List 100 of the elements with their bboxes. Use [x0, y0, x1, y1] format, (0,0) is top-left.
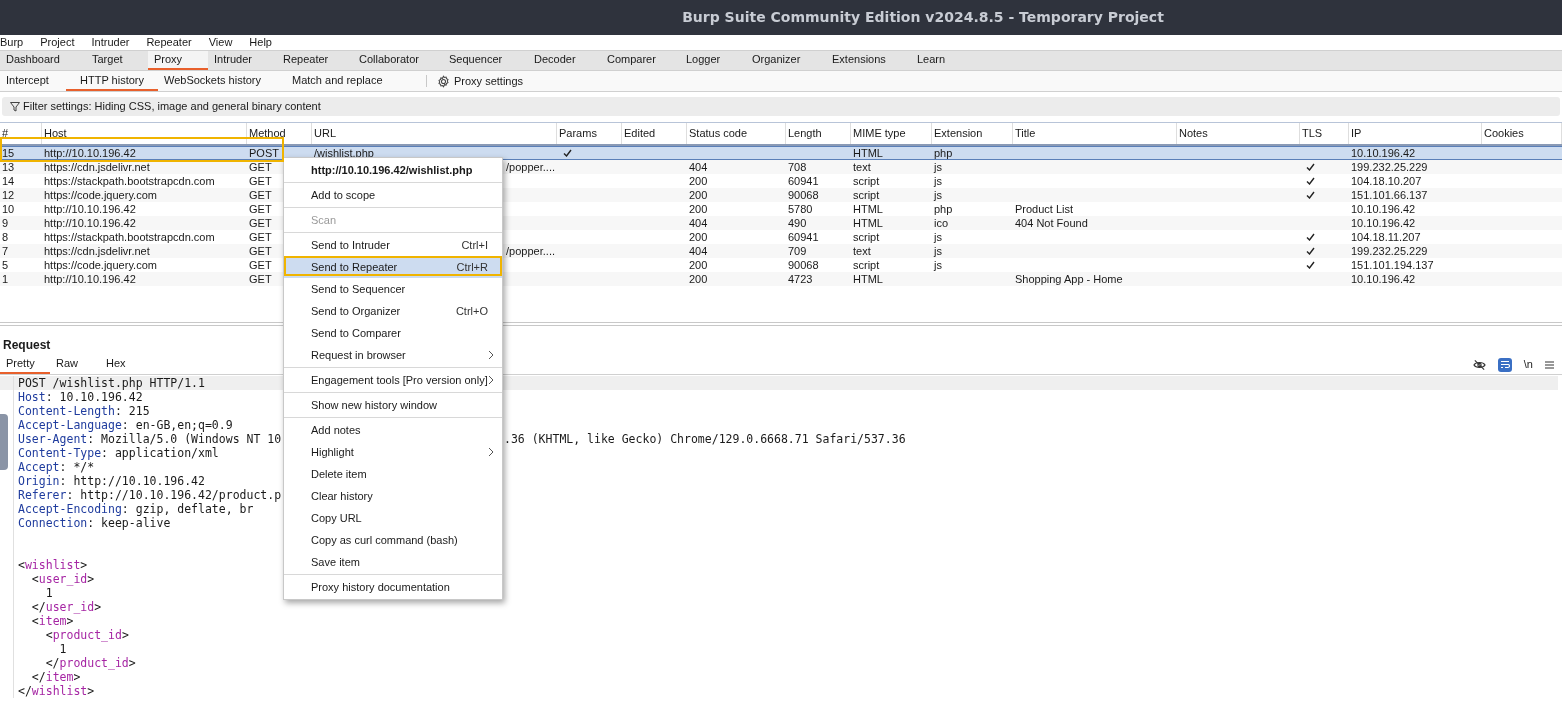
table-cell: 8: [2, 230, 9, 244]
main-tab[interactable]: Logger: [680, 51, 746, 70]
menu-item[interactable]: Help: [249, 34, 272, 51]
table-cell: GET: [249, 272, 272, 286]
column-header[interactable]: Extension: [932, 123, 1013, 144]
main-tab[interactable]: Collaborator: [353, 51, 443, 70]
newline-toggle[interactable]: \n: [1523, 356, 1533, 373]
table-cell: 404: [689, 216, 708, 230]
table-cell: 404 Not Found: [1015, 216, 1088, 230]
code-line: Content-Length: 215: [18, 404, 150, 418]
menu-item[interactable]: Burp: [0, 34, 24, 51]
sub-tab[interactable]: WebSockets history: [158, 71, 286, 91]
table-cell: HTML: [853, 216, 883, 230]
code-line: </product_id>: [44, 656, 136, 670]
menu-item[interactable]: Send to Repeater Ctrl+R: [284, 256, 502, 278]
main-tab[interactable]: Dashboard: [0, 51, 86, 70]
filter-bar[interactable]: Filter settings: Hiding CSS, image and general binary content: [2, 97, 1560, 116]
proxy-settings-button[interactable]: Proxy settings: [437, 72, 524, 90]
table-cell: GET: [249, 244, 272, 258]
editor-tab[interactable]: Raw: [50, 355, 100, 374]
code-line: <product_id>: [44, 628, 129, 642]
table-cell: text: [853, 244, 871, 258]
editor-tab[interactable]: Pretty: [0, 355, 50, 374]
main-tab[interactable]: Intruder: [208, 51, 277, 70]
menu-item[interactable]: Send to Organizer Ctrl+O: [284, 300, 502, 322]
main-tab[interactable]: Comparer: [601, 51, 680, 70]
side-handle[interactable]: [0, 414, 8, 470]
menu-icon[interactable]: [1545, 360, 1554, 369]
menu-item[interactable]: Engagement tools [Pro version only]: [284, 369, 502, 391]
column-header[interactable]: URL: [312, 123, 557, 144]
table-cell: 200: [689, 174, 708, 188]
menu-item[interactable]: Add notes: [284, 419, 502, 441]
sub-tab[interactable]: Match and replace: [286, 71, 410, 91]
column-header[interactable]: Host: [42, 123, 247, 144]
menu-item[interactable]: Project: [40, 34, 75, 51]
code-line: <user_id>: [30, 572, 95, 586]
column-header[interactable]: Cookies: [1482, 123, 1562, 144]
main-tab[interactable]: Repeater: [277, 51, 353, 70]
main-tab[interactable]: Target: [86, 51, 148, 70]
code-line: Origin: http://10.10.196.42: [18, 474, 205, 488]
table-cell: php: [934, 202, 953, 216]
settings-icon: [437, 74, 450, 88]
code-line: <wishlist>: [18, 558, 88, 572]
wrap-toggle[interactable]: [1497, 357, 1512, 372]
table-cell: 151.101.194.137: [1351, 258, 1434, 272]
menu-item[interactable]: Show new history window: [284, 394, 502, 416]
column-header[interactable]: Notes: [1177, 123, 1300, 144]
menu-item[interactable]: Send to Sequencer: [284, 278, 502, 300]
table-cell: http://10.10.196.42: [44, 216, 136, 230]
hidden-eye-icon[interactable]: [1472, 358, 1486, 371]
sub-tab[interactable]: Intercept: [0, 71, 66, 91]
code-line: Accept: */*: [18, 460, 95, 474]
table-cell: 90068: [788, 188, 819, 202]
menu-item[interactable]: Highlight: [284, 441, 502, 463]
menu-item[interactable]: Clear history: [284, 485, 502, 507]
column-header[interactable]: IP: [1349, 123, 1482, 144]
column-header[interactable]: Title: [1013, 123, 1177, 144]
menu-item[interactable]: Proxy history documentation: [284, 576, 502, 598]
menu-item[interactable]: Add to scope: [284, 184, 502, 206]
menu-item[interactable]: Request in browser: [284, 344, 502, 366]
table-cell: 5: [2, 258, 9, 272]
table-cell: https://stackpath.bootstrapcdn.com: [44, 174, 215, 188]
editor-tab[interactable]: Hex: [100, 355, 150, 374]
main-tab[interactable]: Learn: [911, 51, 951, 70]
menu-item[interactable]: Send to Intruder Ctrl+I: [284, 234, 502, 256]
table-cell: GET: [249, 188, 272, 202]
menu-item[interactable]: Copy URL: [284, 507, 502, 529]
table-cell: /popper....: [506, 160, 555, 174]
menu-item[interactable]: Send to Comparer: [284, 322, 502, 344]
table-cell: http://10.10.196.42: [44, 272, 136, 286]
main-tab[interactable]: Decoder: [528, 51, 601, 70]
menu-item[interactable]: Copy as curl command (bash): [284, 529, 502, 551]
table-cell: 10.10.196.42: [1351, 216, 1416, 230]
column-header[interactable]: Method: [247, 123, 312, 144]
column-header[interactable]: #: [0, 123, 42, 144]
sub-tab[interactable]: HTTP history: [66, 71, 158, 91]
main-tab[interactable]: Organizer: [746, 51, 826, 70]
table-cell: http://10.10.196.42: [44, 147, 136, 159]
table-cell: js: [934, 188, 942, 202]
menu-item[interactable]: Delete item: [284, 463, 502, 485]
menu-item[interactable]: View: [208, 34, 233, 51]
table-cell: 90068: [788, 258, 819, 272]
menu-item[interactable]: Intruder: [91, 34, 130, 51]
table-cell: 708: [788, 160, 807, 174]
table-cell: 60941: [788, 174, 819, 188]
table-cell: 709: [788, 244, 807, 258]
column-header[interactable]: Status code: [687, 123, 786, 144]
column-header[interactable]: Params: [557, 123, 622, 144]
column-header[interactable]: Length: [786, 123, 851, 144]
menu-item[interactable]: Save item: [284, 551, 502, 573]
column-header[interactable]: MIME type: [851, 123, 932, 144]
main-tab[interactable]: Extensions: [826, 51, 911, 70]
menu-item[interactable]: Repeater: [146, 34, 192, 51]
main-tab[interactable]: Sequencer: [443, 51, 528, 70]
table-cell: 5780: [788, 202, 813, 216]
table-cell: POST: [249, 147, 279, 159]
main-tab[interactable]: Proxy: [148, 51, 208, 70]
column-header[interactable]: TLS: [1300, 123, 1349, 144]
column-header[interactable]: Edited: [622, 123, 687, 144]
table-cell: 12: [2, 188, 15, 202]
